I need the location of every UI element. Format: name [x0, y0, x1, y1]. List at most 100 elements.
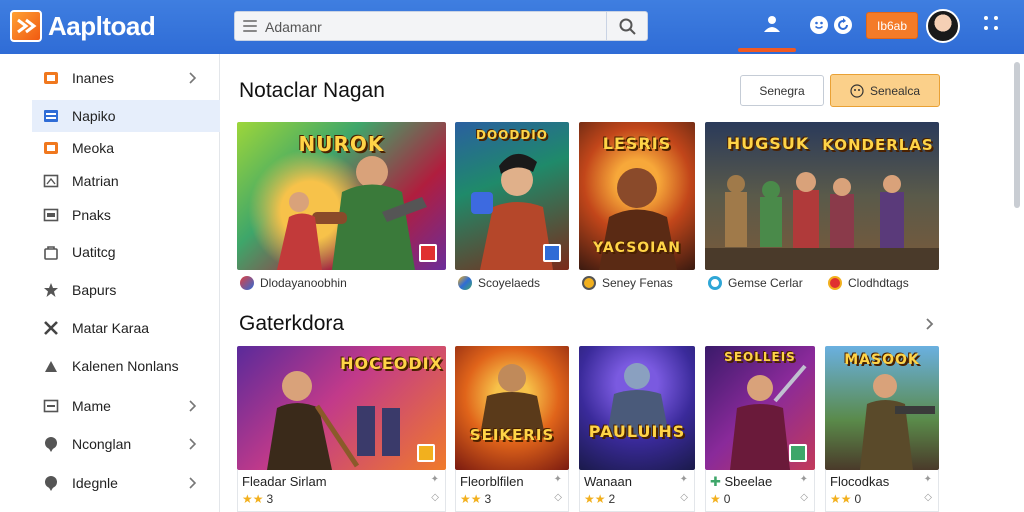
bookmark-icon[interactable]: ◇ — [431, 492, 439, 503]
search-input[interactable] — [265, 16, 595, 38]
game-card[interactable]: HOCEODIX — [237, 346, 446, 470]
more-icon[interactable] — [984, 16, 1000, 32]
game-logo-text: MASOOK — [844, 352, 920, 368]
bookmark-icon[interactable]: ◇ — [554, 492, 562, 503]
rating-stars: ★★ 2 — [584, 492, 615, 506]
rating-stars: ★★ 0 — [830, 492, 861, 506]
game-logo-text: SEIKERIS — [469, 426, 555, 444]
sidebar-item-label: Pnaks — [72, 207, 111, 223]
sidebar-item-uatitcg[interactable]: Uatitcg — [32, 236, 220, 268]
top-bar: Aapltoad Ib6ab — [0, 0, 1024, 54]
card-caption[interactable]: Clodhdtags — [828, 274, 909, 292]
sidebar-item-label: Idegnle — [72, 475, 118, 491]
game-card[interactable]: DOODDIO — [455, 122, 569, 270]
card-caption[interactable]: Gemse Cerlar — [708, 274, 803, 292]
game-logo-text: SEOLLEIS — [724, 350, 796, 364]
sidebar-item-matrian[interactable]: Matrian — [32, 165, 220, 197]
app-title[interactable]: Aapltoad — [48, 11, 156, 42]
card-caption[interactable]: Scoyelaeds — [458, 274, 540, 292]
window-icon — [42, 397, 60, 415]
game-card[interactable]: SEOLLEIS — [705, 346, 815, 470]
sidebar-item-bapurs[interactable]: Bapurs — [32, 274, 220, 306]
sidebar-item-meoka[interactable]: Meoka — [32, 132, 220, 164]
image-icon — [42, 206, 60, 224]
rating-stars-icons: ★★ — [242, 492, 264, 506]
rating-stars-icons: ★ — [710, 492, 721, 506]
chevron-right-icon — [189, 400, 197, 412]
user-icon[interactable] — [756, 10, 788, 38]
chevron-right-icon[interactable] — [924, 316, 936, 332]
primary-button[interactable]: Senealca — [830, 74, 940, 107]
share-icon[interactable]: ✦ — [800, 474, 808, 485]
hero-figure — [480, 364, 545, 436]
menu-icon[interactable] — [243, 20, 257, 32]
section-title: Notaclar Nagan — [239, 79, 385, 102]
platform-icon — [417, 444, 435, 462]
pin-icon — [42, 435, 60, 453]
rating-count: 0 — [723, 492, 731, 506]
sidebar-item-label: Kalenen Nonlans — [72, 358, 179, 374]
puzzle-icon — [42, 281, 60, 299]
sidebar-item-nconglan[interactable]: Nconglan — [32, 428, 220, 460]
sidebar-item-napiko[interactable]: Napiko — [32, 100, 220, 132]
secondary-button[interactable]: Senegra — [740, 75, 824, 106]
sidebar-item-label: Matrian — [72, 173, 119, 189]
card-caption[interactable]: Seney Fenas — [582, 274, 673, 292]
game-logo-subtext: KONDERLAS — [822, 136, 934, 154]
rating-stars: ★★ 3 — [460, 492, 491, 506]
sidebar-item-idegnle[interactable]: Idegnle — [32, 467, 220, 499]
card-info[interactable]: Flocodkas ★★ 0 ✦ ◇ — [825, 470, 939, 512]
rating-stars-icons: ★★ — [460, 492, 482, 506]
sidebar-item-label: Nconglan — [72, 436, 132, 452]
bookmark-icon[interactable]: ◇ — [800, 492, 808, 503]
primary-button-label: Senealca — [869, 83, 921, 98]
hero-figure — [607, 363, 669, 436]
scrollbar[interactable] — [1014, 62, 1020, 208]
platform-icon — [543, 244, 561, 262]
sidebar-item-mame[interactable]: Mame — [32, 390, 220, 422]
sidebar-item-label: Meoka — [72, 140, 115, 156]
avatar[interactable] — [926, 9, 960, 43]
share-icon[interactable]: ✦ — [680, 474, 688, 485]
game-card[interactable]: HUGSUK KONDERLAS — [705, 122, 939, 270]
sidebar-item-label: Matar Karaa — [72, 320, 150, 336]
app-icon — [240, 276, 254, 290]
sidebar-item-label: Mame — [72, 398, 111, 414]
game-card[interactable]: MASOOK — [825, 346, 939, 470]
game-name: Flocodkas — [830, 474, 890, 489]
search-bar[interactable] — [234, 11, 648, 41]
game-card[interactable]: SEIKERIS — [455, 346, 569, 470]
sidebar-item-inanes[interactable]: Inanes — [32, 62, 220, 94]
share-icon[interactable]: ✦ — [554, 474, 562, 485]
game-card[interactable]: PAULUIHS — [579, 346, 695, 470]
share-icon[interactable]: ✦ — [431, 474, 439, 485]
game-card[interactable]: NUROK — [237, 122, 446, 270]
section-title: Gaterkdora — [239, 312, 345, 335]
app-logo-icon[interactable] — [10, 10, 42, 42]
premium-badge-button[interactable]: Ib6ab — [866, 12, 918, 39]
rating-count: 2 — [608, 492, 616, 506]
bookmark-icon[interactable]: ◇ — [680, 492, 688, 503]
card-caption[interactable]: Dlodayanoobhin — [240, 274, 347, 292]
card-info[interactable]: Wanaan ★★ 2 ✦ ◇ — [579, 470, 695, 512]
sidebar-item-matar-karaa[interactable]: Matar Karaa — [32, 312, 220, 344]
bookmark-icon[interactable]: ◇ — [924, 492, 932, 503]
card-caption-label: Clodhdtags — [848, 276, 909, 290]
share-icon[interactable]: ✦ — [924, 474, 932, 485]
sidebar-item-kalenen-nonlans[interactable]: Kalenen Nonlans — [32, 350, 220, 382]
window-icon — [42, 172, 60, 190]
card-info[interactable]: Fleadar Sirlam ★★ 3 ✦ ◇ — [237, 470, 446, 512]
card-info[interactable]: Fleorblfilen ★★ 3 ✦ ◇ — [455, 470, 569, 512]
cross-icon — [42, 319, 60, 337]
emoji-icon[interactable] — [810, 16, 828, 34]
card-caption-label: Scoyelaeds — [478, 276, 541, 290]
window-icon — [42, 139, 60, 157]
sidebar-item-label: Inanes — [72, 70, 115, 86]
sidebar-item-label: Bapurs — [72, 282, 117, 298]
card-info[interactable]: ✚ Sbeelae ★ 0 ✦ ◇ — [705, 470, 815, 512]
sync-icon[interactable] — [834, 16, 852, 34]
sidebar-item-pnaks[interactable]: Pnaks — [32, 199, 220, 231]
search-icon[interactable] — [618, 17, 638, 37]
hand-icon — [42, 357, 60, 375]
game-card[interactable]: LESRIS YACSOIAN — [579, 122, 695, 270]
